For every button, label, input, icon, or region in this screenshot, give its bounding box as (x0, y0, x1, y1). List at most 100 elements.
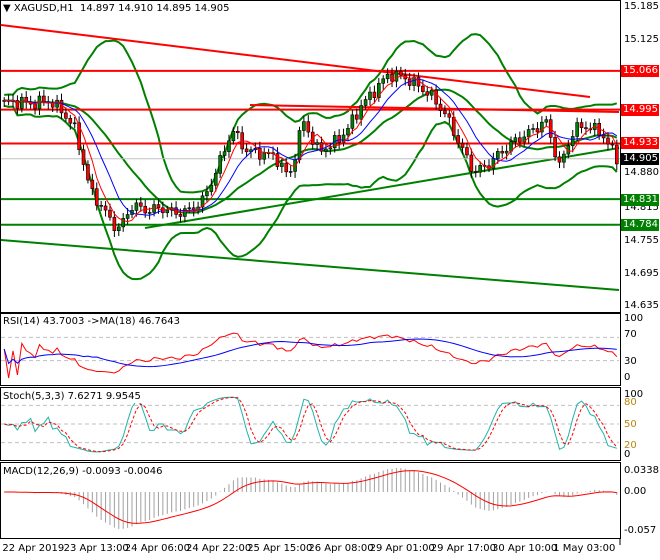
candle-body (187, 207, 192, 210)
candle-body (465, 147, 469, 156)
candle-body (570, 136, 575, 147)
candle-body (531, 128, 535, 130)
price-tick: 14.755 (624, 235, 659, 246)
candle-body (535, 128, 540, 133)
time-tick: 24 Apr 22:00 (186, 543, 252, 554)
candle-body (116, 226, 121, 232)
candle-body (504, 150, 509, 154)
time-tick: 29 Apr 01:00 (369, 543, 435, 554)
candle-body (103, 205, 108, 211)
candle-body (302, 121, 306, 131)
symbol-label: XAGUSD,H1 (13, 3, 74, 14)
candle-body (544, 119, 549, 123)
candle-body (288, 171, 293, 173)
candle-body (346, 128, 350, 136)
rsi-line (3, 332, 618, 379)
current-price-tag: 14.905 (621, 153, 659, 165)
candle-body (425, 91, 430, 96)
candle-body (108, 209, 112, 218)
price-tick: 14.695 (624, 268, 659, 279)
candle-body (359, 105, 363, 120)
support-tag-2: 14.784 (621, 219, 659, 231)
price-tick: 15.185 (624, 1, 659, 12)
candle-body (244, 148, 249, 153)
low-value: 14.895 (156, 3, 192, 14)
rsi-tick: 70 (624, 329, 637, 340)
candle-body (90, 179, 95, 189)
candle-body (94, 188, 99, 206)
candle-body (42, 95, 46, 103)
resistance-tag-1: 15.066 (621, 65, 659, 77)
candle-body (421, 85, 425, 92)
candle-body (213, 173, 218, 186)
candle-body (156, 204, 161, 209)
time-tick: 30 Apr 10:00 (492, 543, 558, 554)
candle-body (385, 73, 390, 80)
candle-body (20, 96, 24, 109)
candle-body (579, 122, 584, 128)
stoch-tick: 50 (624, 419, 637, 430)
candle-body (363, 99, 368, 106)
time-tick: 23 Apr 13:00 (63, 543, 129, 554)
candle-body (315, 142, 319, 145)
rsi-ma-line (3, 338, 617, 368)
candle-body (526, 129, 531, 138)
time-tick: 22 Apr 2019 (2, 543, 65, 554)
candle-body (306, 121, 311, 133)
stoch-k-line (4, 396, 617, 453)
candle-body (350, 114, 355, 129)
candle-body (473, 171, 478, 173)
candle-body (139, 202, 143, 207)
candle-body (72, 122, 77, 125)
candle-body (575, 122, 579, 137)
candle-body (231, 130, 236, 142)
candle-body (280, 162, 284, 167)
open-value: 14.897 (79, 3, 115, 14)
candle-body (81, 149, 86, 165)
candle-body (443, 110, 447, 115)
dropdown-triangle-icon[interactable]: ▼ (3, 3, 11, 14)
candle-body (557, 156, 562, 163)
candle-body (262, 152, 267, 160)
rsi-tick: 0 (624, 372, 631, 383)
candle-body (218, 155, 222, 174)
time-tick: 25 Apr 15:00 (247, 543, 313, 554)
time-tick: 1 May 03:00 (553, 543, 616, 554)
candle-body (337, 135, 341, 143)
candle-body (513, 137, 518, 142)
candle-body (205, 191, 209, 197)
resistance-tag-2: 14.995 (621, 104, 659, 116)
candle-body (601, 134, 606, 139)
candle-body (222, 151, 227, 156)
price-tick: 15.125 (624, 34, 659, 45)
candle-body (469, 154, 474, 172)
candle-body (496, 151, 500, 159)
chart-header: ▼ XAGUSD,H1 14.897 14.910 14.895 14.905 (3, 3, 230, 15)
candle-body (399, 70, 403, 76)
candle-body (112, 216, 117, 232)
rsi-title: RSI(14) 43.7003 ->MA(18) 46.7643 (3, 316, 180, 328)
stoch-tick: 80 (624, 397, 637, 408)
resistance-tag-3: 14.933 (621, 137, 659, 149)
candle-body (227, 140, 231, 152)
candle-body (368, 91, 372, 100)
stoch-tick: 0 (624, 449, 631, 460)
candle-body (381, 78, 386, 84)
rsi-tick: 30 (624, 356, 637, 367)
candle-body (284, 162, 289, 173)
candle-body (390, 73, 394, 82)
candle-body (562, 153, 566, 163)
candle-body (584, 127, 588, 130)
candle-body (456, 135, 460, 144)
candle-body (328, 147, 333, 150)
candle-body (86, 164, 90, 181)
lower-channel-line (0, 239, 620, 291)
bollinger-upper-band (4, 33, 618, 194)
candle-body (297, 130, 302, 161)
candle-body (99, 204, 103, 207)
candle-body (451, 116, 456, 136)
candle-body (614, 144, 619, 165)
candle-body (324, 148, 328, 152)
close-value: 14.905 (194, 3, 230, 14)
candle-body (500, 151, 505, 154)
